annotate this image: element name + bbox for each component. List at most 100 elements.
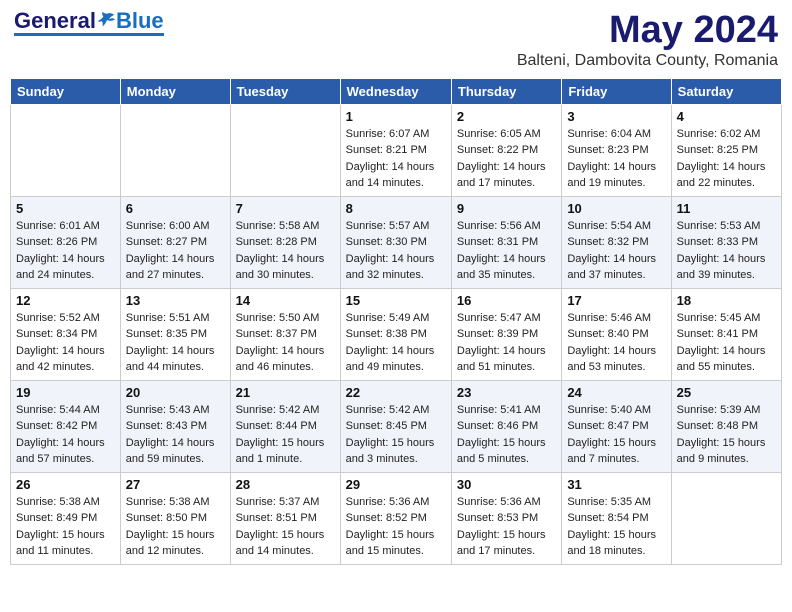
calendar-table: SundayMondayTuesdayWednesdayThursdayFrid…: [10, 78, 782, 565]
day-info: Sunrise: 5:42 AM Sunset: 8:45 PM Dayligh…: [346, 402, 446, 468]
calendar-day-cell: 20 Sunrise: 5:43 AM Sunset: 8:43 PM Dayli…: [120, 380, 230, 472]
calendar-week-row: 5 Sunrise: 6:01 AM Sunset: 8:26 PM Daylig…: [11, 196, 782, 288]
day-info: Sunrise: 6:00 AM Sunset: 8:27 PM Dayligh…: [126, 218, 225, 284]
logo-blue-text: Blue: [116, 10, 164, 32]
calendar-day-cell: 8Sunrise: 5:57 AM Sunset: 8:30 PM Daylig…: [340, 196, 451, 288]
day-number: 16: [457, 293, 556, 308]
day-number: 23: [457, 385, 556, 400]
day-number: 21: [236, 385, 335, 400]
calendar-day-cell: 5 Sunrise: 6:01 AM Sunset: 8:26 PM Daylig…: [11, 196, 121, 288]
day-info: Sunrise: 5:36 AM Sunset: 8:53 PM Dayligh…: [457, 494, 556, 560]
day-info: Sunrise: 5:41 AM Sunset: 8:46 PM Dayligh…: [457, 402, 556, 468]
day-info: Sunrise: 5:51 AM Sunset: 8:35 PM Dayligh…: [126, 310, 225, 376]
day-number: 22: [346, 385, 446, 400]
calendar-day-cell: 25 Sunrise: 5:39 AM Sunset: 8:48 PM Dayli…: [671, 380, 781, 472]
day-number: 30: [457, 477, 556, 492]
day-number: 24: [567, 385, 665, 400]
day-info: Sunrise: 5:43 AM Sunset: 8:43 PM Dayligh…: [126, 402, 225, 468]
day-number: 2: [457, 109, 556, 124]
day-number: 12: [16, 293, 115, 308]
day-info: Sunrise: 6:02 AM Sunset: 8:25 PM Dayligh…: [677, 126, 776, 192]
day-number: 31: [567, 477, 665, 492]
day-info: Sunrise: 5:54 AM Sunset: 8:32 PM Dayligh…: [567, 218, 665, 284]
day-info: Sunrise: 5:39 AM Sunset: 8:48 PM Dayligh…: [677, 402, 776, 468]
weekday-header-cell: Tuesday: [230, 78, 340, 104]
calendar-day-cell: 12 Sunrise: 5:52 AM Sunset: 8:34 PM Dayli…: [11, 288, 121, 380]
day-info: Sunrise: 6:01 AM Sunset: 8:26 PM Dayligh…: [16, 218, 115, 284]
calendar-day-cell: 1 Sunrise: 6:07 AM Sunset: 8:21 PM Daylig…: [340, 104, 451, 196]
calendar-day-cell: [671, 472, 781, 564]
calendar-day-cell: 18 Sunrise: 5:45 AM Sunset: 8:41 PM Dayli…: [671, 288, 781, 380]
day-info: Sunrise: 5:49 AM Sunset: 8:38 PM Dayligh…: [346, 310, 446, 376]
day-info: Sunrise: 5:35 AM Sunset: 8:54 PM Dayligh…: [567, 494, 665, 560]
calendar-day-cell: [11, 104, 121, 196]
calendar-day-cell: 28Sunrise: 5:37 AM Sunset: 8:51 PM Dayli…: [230, 472, 340, 564]
page-header: General Blue May 2024 Balteni, Dambovita…: [10, 10, 782, 70]
day-number: 1: [346, 109, 446, 124]
day-info: Sunrise: 5:44 AM Sunset: 8:42 PM Dayligh…: [16, 402, 115, 468]
calendar-day-cell: 22 Sunrise: 5:42 AM Sunset: 8:45 PM Dayli…: [340, 380, 451, 472]
calendar-day-cell: 4 Sunrise: 6:02 AM Sunset: 8:25 PM Daylig…: [671, 104, 781, 196]
day-number: 3: [567, 109, 665, 124]
day-number: 9: [457, 201, 556, 216]
calendar-day-cell: 6 Sunrise: 6:00 AM Sunset: 8:27 PM Daylig…: [120, 196, 230, 288]
logo-underline: [14, 33, 164, 36]
day-info: Sunrise: 6:05 AM Sunset: 8:22 PM Dayligh…: [457, 126, 556, 192]
weekday-header-cell: Friday: [562, 78, 671, 104]
weekday-header-cell: Monday: [120, 78, 230, 104]
weekday-header-row: SundayMondayTuesdayWednesdayThursdayFrid…: [11, 78, 782, 104]
day-info: Sunrise: 6:04 AM Sunset: 8:23 PM Dayligh…: [567, 126, 665, 192]
location-title: Balteni, Dambovita County, Romania: [517, 52, 778, 70]
calendar-day-cell: 3 Sunrise: 6:04 AM Sunset: 8:23 PM Daylig…: [562, 104, 671, 196]
calendar-day-cell: 27 Sunrise: 5:38 AM Sunset: 8:50 PM Dayli…: [120, 472, 230, 564]
day-info: Sunrise: 6:07 AM Sunset: 8:21 PM Dayligh…: [346, 126, 446, 192]
calendar-day-cell: 24Sunrise: 5:40 AM Sunset: 8:47 PM Dayli…: [562, 380, 671, 472]
day-number: 7: [236, 201, 335, 216]
calendar-day-cell: 16 Sunrise: 5:47 AM Sunset: 8:39 PM Dayli…: [451, 288, 561, 380]
calendar-week-row: 19 Sunrise: 5:44 AM Sunset: 8:42 PM Dayli…: [11, 380, 782, 472]
calendar-day-cell: 19 Sunrise: 5:44 AM Sunset: 8:42 PM Dayli…: [11, 380, 121, 472]
logo-general-text: General: [14, 10, 96, 32]
day-info: Sunrise: 5:45 AM Sunset: 8:41 PM Dayligh…: [677, 310, 776, 376]
day-number: 8: [346, 201, 446, 216]
calendar-day-cell: 29Sunrise: 5:36 AM Sunset: 8:52 PM Dayli…: [340, 472, 451, 564]
day-number: 5: [16, 201, 115, 216]
day-number: 13: [126, 293, 225, 308]
calendar-day-cell: 17Sunrise: 5:46 AM Sunset: 8:40 PM Dayli…: [562, 288, 671, 380]
title-block: May 2024 Balteni, Dambovita County, Roma…: [517, 10, 778, 70]
calendar-day-cell: 2 Sunrise: 6:05 AM Sunset: 8:22 PM Daylig…: [451, 104, 561, 196]
calendar-day-cell: 21 Sunrise: 5:42 AM Sunset: 8:44 PM Dayli…: [230, 380, 340, 472]
day-number: 10: [567, 201, 665, 216]
weekday-header-cell: Thursday: [451, 78, 561, 104]
day-number: 15: [346, 293, 446, 308]
day-number: 19: [16, 385, 115, 400]
day-info: Sunrise: 5:50 AM Sunset: 8:37 PM Dayligh…: [236, 310, 335, 376]
calendar-day-cell: 15 Sunrise: 5:49 AM Sunset: 8:38 PM Dayli…: [340, 288, 451, 380]
month-title: May 2024: [517, 10, 778, 52]
calendar-day-cell: [120, 104, 230, 196]
day-info: Sunrise: 5:47 AM Sunset: 8:39 PM Dayligh…: [457, 310, 556, 376]
day-info: Sunrise: 5:52 AM Sunset: 8:34 PM Dayligh…: [16, 310, 115, 376]
day-number: 25: [677, 385, 776, 400]
day-info: Sunrise: 5:38 AM Sunset: 8:50 PM Dayligh…: [126, 494, 225, 560]
day-info: Sunrise: 5:37 AM Sunset: 8:51 PM Dayligh…: [236, 494, 335, 560]
calendar-day-cell: 14Sunrise: 5:50 AM Sunset: 8:37 PM Dayli…: [230, 288, 340, 380]
day-info: Sunrise: 5:53 AM Sunset: 8:33 PM Dayligh…: [677, 218, 776, 284]
day-info: Sunrise: 5:38 AM Sunset: 8:49 PM Dayligh…: [16, 494, 115, 560]
weekday-header-cell: Sunday: [11, 78, 121, 104]
day-number: 20: [126, 385, 225, 400]
day-info: Sunrise: 5:42 AM Sunset: 8:44 PM Dayligh…: [236, 402, 335, 468]
calendar-day-cell: 13 Sunrise: 5:51 AM Sunset: 8:35 PM Dayli…: [120, 288, 230, 380]
day-info: Sunrise: 5:58 AM Sunset: 8:28 PM Dayligh…: [236, 218, 335, 284]
calendar-day-cell: 9 Sunrise: 5:56 AM Sunset: 8:31 PM Daylig…: [451, 196, 561, 288]
day-info: Sunrise: 5:36 AM Sunset: 8:52 PM Dayligh…: [346, 494, 446, 560]
day-info: Sunrise: 5:56 AM Sunset: 8:31 PM Dayligh…: [457, 218, 556, 284]
weekday-header-cell: Wednesday: [340, 78, 451, 104]
calendar-body: 1 Sunrise: 6:07 AM Sunset: 8:21 PM Daylig…: [11, 104, 782, 564]
day-number: 27: [126, 477, 225, 492]
calendar-day-cell: 23 Sunrise: 5:41 AM Sunset: 8:46 PM Dayli…: [451, 380, 561, 472]
calendar-day-cell: [230, 104, 340, 196]
day-number: 6: [126, 201, 225, 216]
day-number: 18: [677, 293, 776, 308]
day-number: 4: [677, 109, 776, 124]
